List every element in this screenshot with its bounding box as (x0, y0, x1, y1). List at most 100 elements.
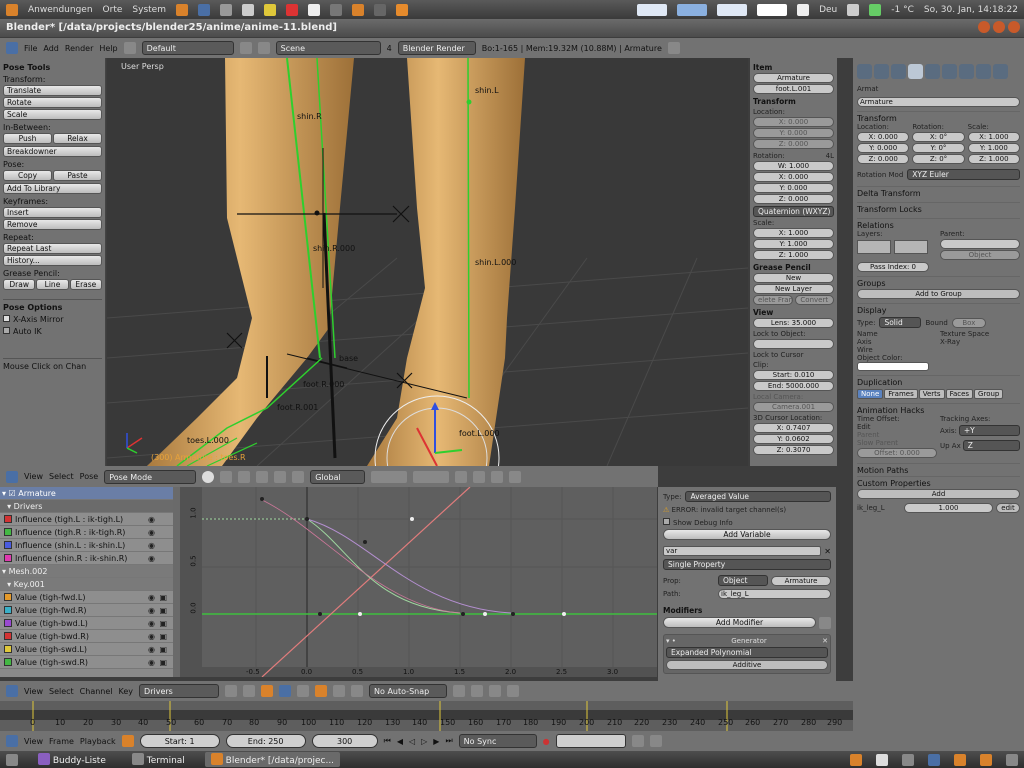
filter-icon[interactable] (279, 685, 292, 697)
animation-hacks-header[interactable]: Animation Hacks (857, 403, 1020, 415)
local-camera-field[interactable]: Camera.001 (753, 402, 834, 412)
filter-icon[interactable] (297, 685, 310, 697)
scale-x-field[interactable]: X: 1.000 (753, 228, 834, 238)
loc-x-field[interactable]: X: 0.000 (857, 132, 910, 142)
grease-pencil-header[interactable]: Grease Pencil (753, 263, 834, 272)
cursor-y-field[interactable]: Y: 0.0602 (753, 434, 834, 444)
render-tab-icon[interactable] (857, 63, 872, 79)
workspace-3[interactable] (717, 3, 748, 16)
insert-key-icon[interactable] (631, 735, 644, 747)
channel-row[interactable]: Influence (tigh.L : ik-tigh.L) ◉ (0, 513, 173, 526)
duplication-header[interactable]: Duplication (857, 375, 1020, 387)
menu-view[interactable]: View (24, 472, 43, 481)
delete-key-icon[interactable] (649, 735, 662, 747)
track-axis-selector[interactable]: +Y (958, 425, 1020, 436)
pivot-icon[interactable] (453, 685, 466, 697)
variable-type-selector[interactable]: Single Property (663, 559, 831, 570)
channel-row[interactable]: Value (tigh-swd.L) ◉ ▣ (0, 643, 173, 656)
modifiers-tab-icon[interactable] (942, 63, 957, 79)
transform-header[interactable]: Transform (857, 111, 1020, 123)
repeat-last-button[interactable]: Repeat Last (3, 243, 102, 254)
parent-checkbox[interactable]: Parent (857, 431, 937, 439)
draw-type-selector[interactable]: Solid (879, 317, 922, 328)
show-desktop-icon[interactable] (6, 753, 18, 766)
mode-selector[interactable]: Pose Mode (104, 469, 197, 484)
preview-range-icon[interactable] (121, 735, 134, 747)
eye-icon[interactable]: ◉ (148, 617, 155, 629)
ghost-curves-icon[interactable] (507, 685, 520, 697)
eye-icon[interactable]: ◉ (148, 604, 155, 616)
tray-icon[interactable] (850, 753, 862, 766)
filter-icon[interactable] (333, 685, 346, 697)
launcher-icon[interactable] (285, 3, 298, 16)
target-object-field[interactable]: Armature (771, 575, 831, 586)
lens-field[interactable]: Lens: 35.000 (753, 318, 834, 328)
lock-icon[interactable]: ▣ (159, 643, 167, 655)
eye-icon[interactable]: ◉ (148, 643, 155, 655)
keyboard-layout[interactable]: Deu (819, 5, 837, 15)
poly-mode-selector[interactable]: Expanded Polynomial (666, 647, 828, 658)
scale-z-field[interactable]: Z: 1.000 (753, 250, 834, 260)
rotation-mode-selector[interactable]: Quaternion (WXYZ) (753, 206, 834, 217)
launcher-icon[interactable] (219, 3, 232, 16)
3d-viewport[interactable]: User Persp shin.R shin.L shin.R.000 shin… (107, 58, 748, 466)
id-type-selector[interactable]: Object (718, 575, 768, 586)
paste-keys-icon[interactable] (489, 685, 502, 697)
sync-selector[interactable]: No Sync (458, 734, 537, 748)
operator-panel-header[interactable]: Mouse Click on Chan (3, 358, 102, 371)
lock-icon[interactable]: ▣ (159, 617, 167, 629)
dup-frames-tab[interactable]: Frames (884, 389, 918, 399)
dup-group-tab[interactable]: Group (974, 389, 1004, 399)
editor-type-icon[interactable] (6, 42, 18, 54)
tray-icon[interactable] (928, 753, 940, 766)
rotate-button[interactable]: Rotate (3, 97, 102, 108)
record-icon[interactable]: ● (543, 737, 550, 746)
rot-w-field[interactable]: W: 1.000 (753, 161, 834, 171)
trash-icon[interactable] (1006, 753, 1018, 766)
lock-icon[interactable]: ▣ (159, 591, 167, 603)
scale-y-field[interactable]: Y: 1.000 (967, 143, 1020, 153)
menu-file[interactable]: File (24, 44, 37, 53)
timeline[interactable]: 0 10 20 30 40 50 60 70 80 90 100 110 120… (0, 701, 853, 731)
snap-selector[interactable]: No Auto-Snap (369, 684, 448, 698)
launcher-icon[interactable] (241, 3, 254, 16)
menu-key[interactable]: Key (119, 687, 134, 696)
channel-row[interactable]: Value (tigh-bwd.R) ◉ ▣ (0, 630, 173, 643)
menu-render[interactable]: Render (65, 44, 93, 53)
launcher-icon[interactable] (307, 3, 320, 16)
remove-modifier-icon[interactable]: ✕ (822, 637, 828, 645)
channel-summary[interactable]: ▾ ☑ Armature (0, 487, 173, 500)
bone-constraint-tab-icon[interactable] (993, 63, 1008, 79)
weather[interactable]: -1 °C (891, 5, 914, 15)
custom-properties-header[interactable]: Custom Properties (857, 476, 1020, 488)
prev-key-icon[interactable]: ◀ (397, 737, 403, 746)
pose-paste-icon[interactable] (491, 470, 504, 483)
offset-field[interactable]: Offset: 0.000 (857, 448, 937, 458)
up-axis-selector[interactable]: Z (962, 440, 1020, 451)
keying-set-field[interactable] (555, 734, 626, 748)
loc-y-field[interactable]: Y: 0.000 (857, 143, 910, 153)
object-name-field[interactable]: Armature (753, 73, 834, 83)
motion-paths-header[interactable]: Motion Paths (857, 463, 1020, 475)
add-to-library-button[interactable]: Add To Library (3, 183, 102, 194)
bound-checkbox[interactable]: Bound (925, 319, 947, 327)
workspace-1[interactable] (637, 3, 668, 16)
add-variable-button[interactable]: Add Variable (663, 529, 831, 540)
bone-name-field[interactable]: foot.L.001 (753, 84, 834, 94)
launcher-icon[interactable] (263, 3, 276, 16)
rot-z-field[interactable]: Z: 0.000 (753, 194, 834, 204)
channel-row[interactable]: Value (tigh-fwd.L) ◉ ▣ (0, 591, 173, 604)
groups-header[interactable]: Groups (857, 276, 1020, 288)
mail-icon[interactable] (197, 3, 210, 16)
scale-z-field[interactable]: Z: 1.000 (967, 154, 1020, 164)
driver-graph[interactable]: 1.0 0.5 0.0 -0.5 0.0 0.5 1.0 1.5 2.0 2.5… (180, 487, 657, 677)
loc-z-field[interactable]: Z: 0.000 (857, 154, 910, 164)
view-header[interactable]: View (753, 308, 834, 317)
menu-frame[interactable]: Frame (49, 737, 74, 746)
channel-row[interactable]: Value (tigh-fwd.R) ◉ ▣ (0, 604, 173, 617)
menu-places[interactable]: Orte (103, 5, 123, 15)
eye-icon[interactable]: ◉ (148, 630, 155, 642)
menu-help[interactable]: Help (99, 44, 117, 53)
variable-name-field[interactable]: var (663, 546, 822, 556)
task-buddy-list[interactable]: Buddy-Liste (32, 752, 112, 767)
